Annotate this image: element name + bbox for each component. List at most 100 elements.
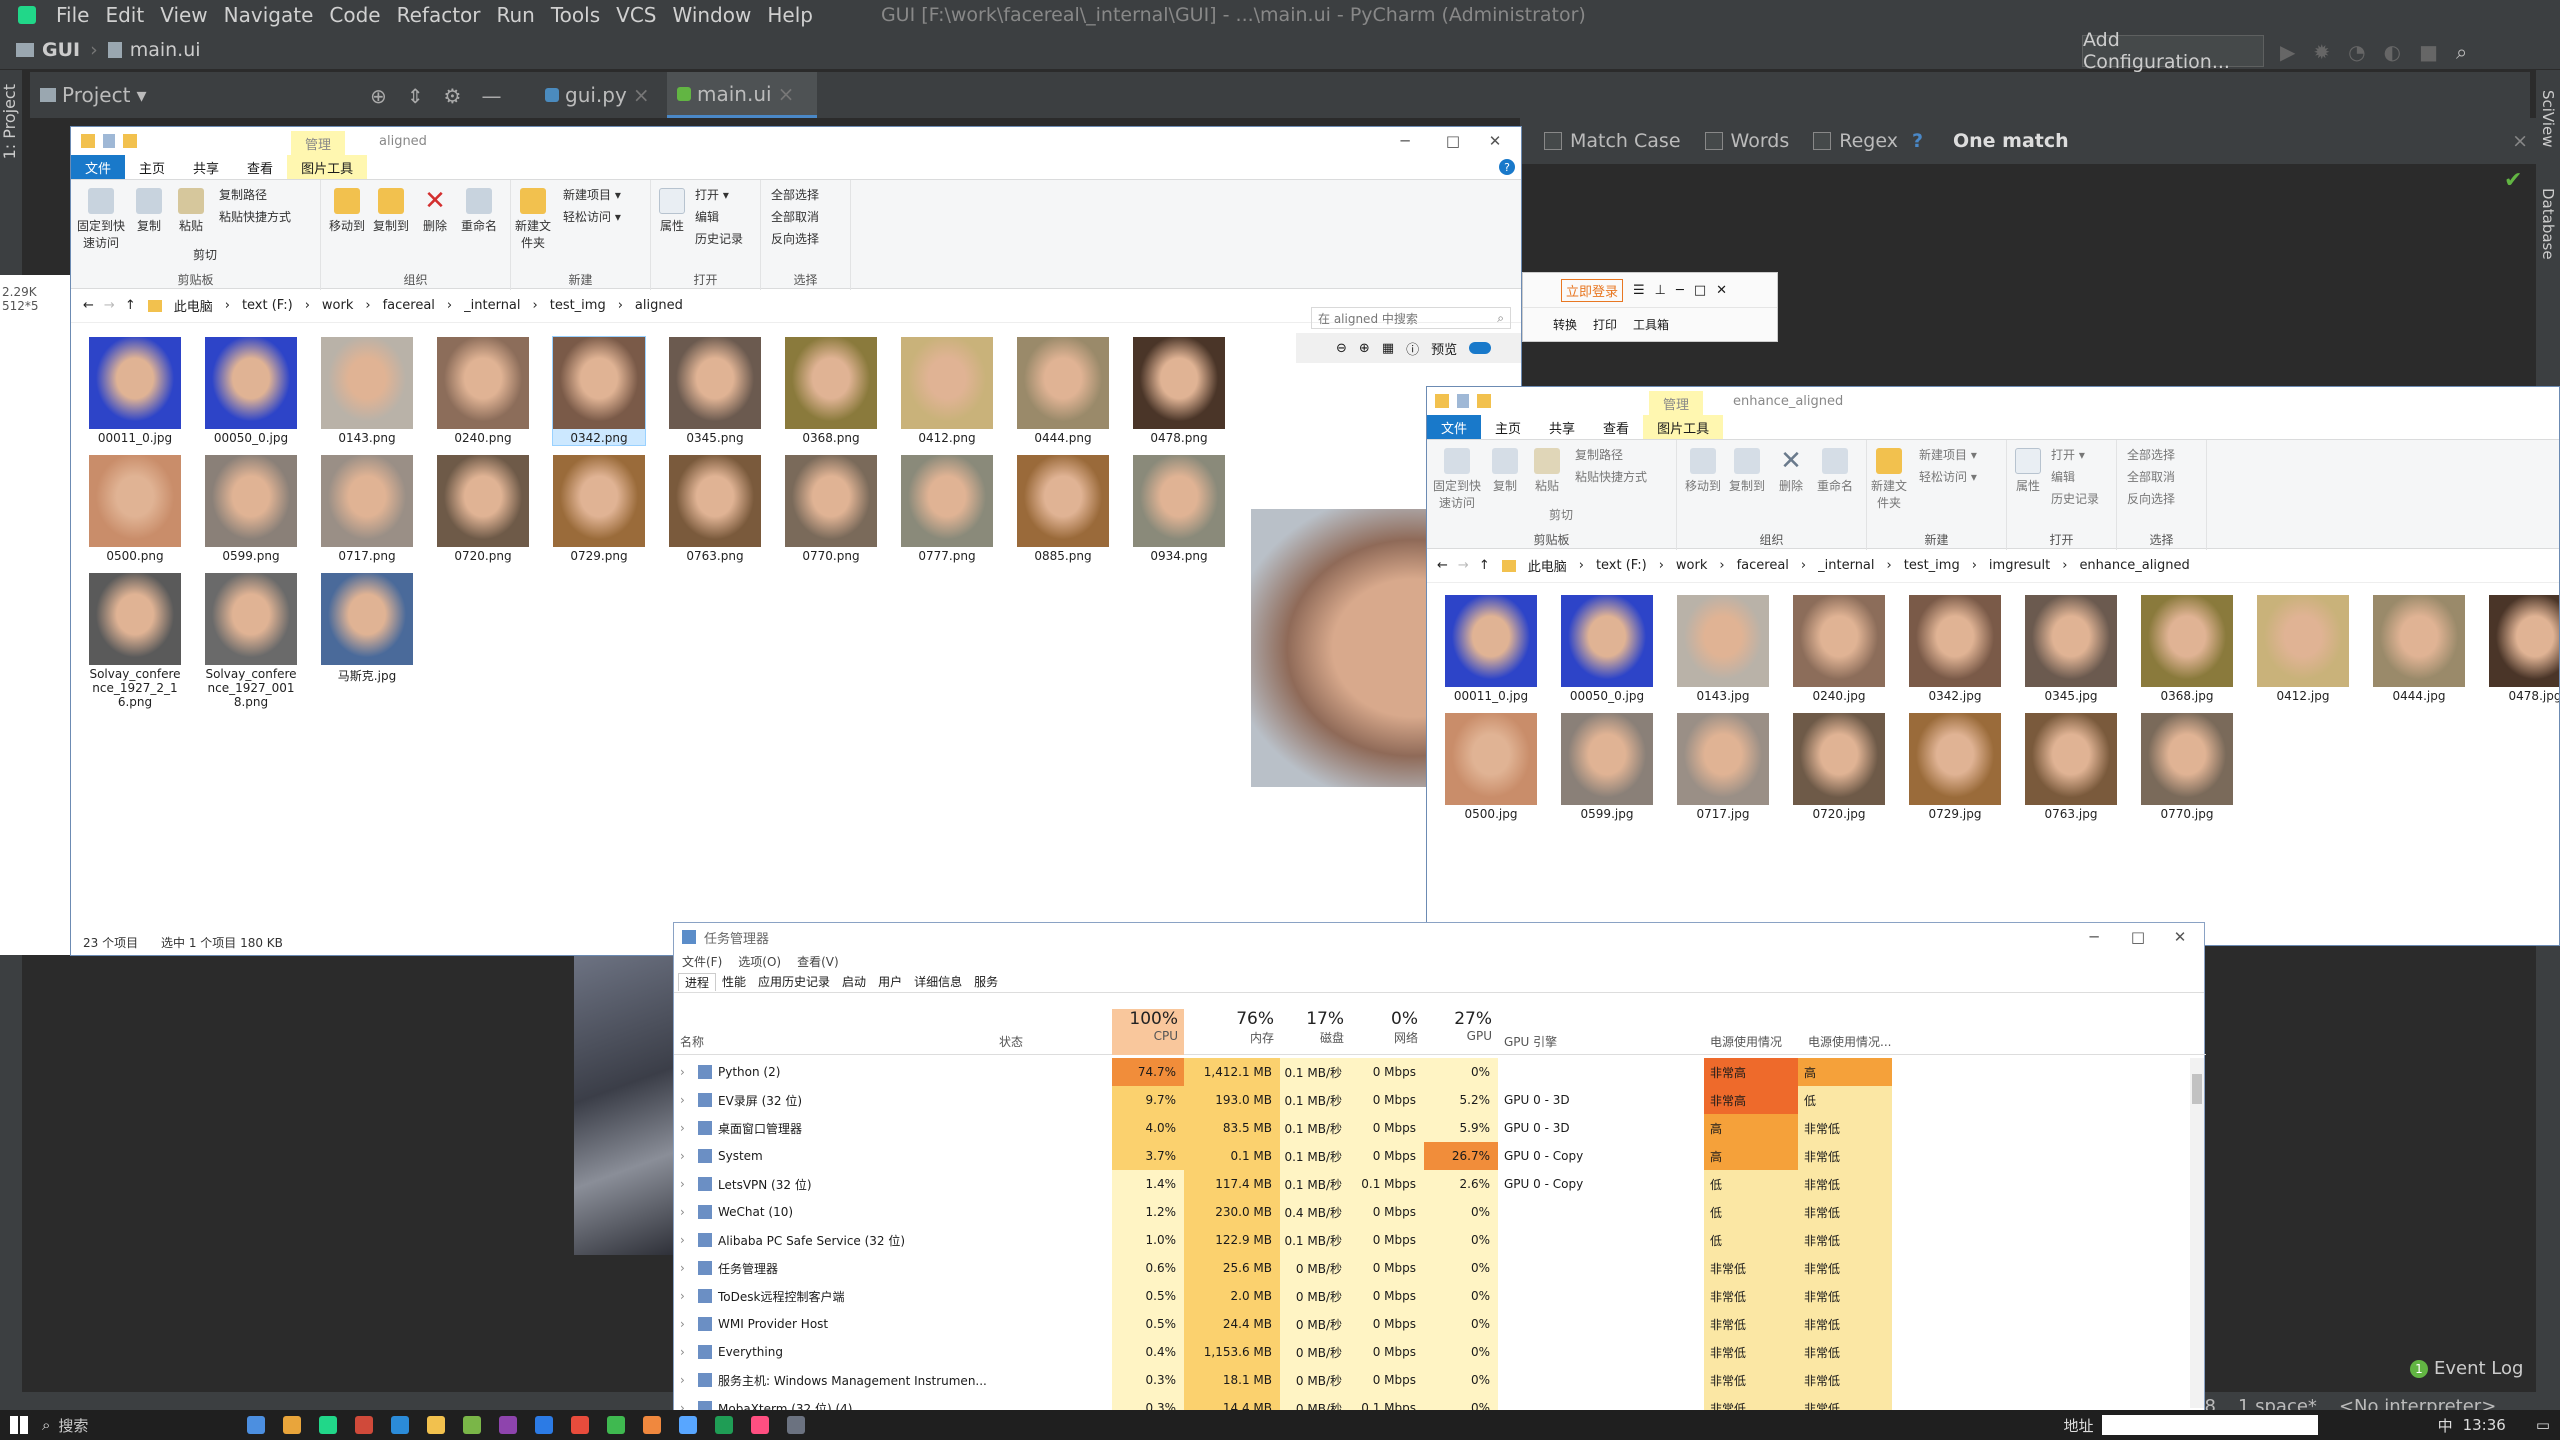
new-item-button[interactable]: 新建项目 ▾ <box>1919 446 1977 463</box>
file-thumbnail[interactable]: 0720.jpg <box>1793 713 1885 821</box>
expand-icon[interactable]: › <box>680 1086 694 1114</box>
select-none-button[interactable]: 全部取消 <box>2127 468 2175 485</box>
crumb[interactable]: text (F:) <box>242 298 293 313</box>
history-button[interactable]: 历史记录 <box>2051 490 2099 507</box>
process-row[interactable]: › WeChat (10) 1.2% 230.0 MB 0.4 MB/秒 0 Mbps 0%… <box>674 1198 2206 1226</box>
header-cpu[interactable]: 100% CPU <box>1112 1009 1184 1055</box>
file-thumbnail[interactable]: 0345.jpg <box>2025 595 2117 703</box>
clock[interactable]: 13:36 <box>2463 1416 2506 1434</box>
file-thumbnail[interactable]: 0342.png <box>552 336 646 446</box>
menu-tools[interactable]: Tools <box>543 3 608 27</box>
file-thumbnail[interactable]: 00011_0.jpg <box>1445 595 1537 703</box>
invert-selection-button[interactable]: 反向选择 <box>771 230 819 247</box>
tab-processes[interactable]: 进程 <box>678 972 717 991</box>
rename-button[interactable]: 重命名 <box>1813 448 1857 494</box>
select-all-button[interactable]: 全部选择 <box>2127 446 2175 463</box>
close-icon[interactable]: × <box>633 83 650 107</box>
process-row[interactable]: › ToDesk远程控制客户端 0.5% 2.0 MB 0 MB/秒 0 Mbps 0% 非常… <box>674 1282 2206 1310</box>
select-all-button[interactable]: 全部选择 <box>771 186 819 203</box>
cut-button[interactable]: 剪切 <box>1549 506 1573 523</box>
print-button[interactable]: 打印 <box>1593 316 1617 333</box>
app-icon[interactable] <box>787 1416 806 1434</box>
up-icon[interactable]: ↑ <box>1479 558 1490 573</box>
history-button[interactable]: 历史记录 <box>695 230 743 247</box>
file-thumbnail[interactable]: 0368.png <box>785 337 877 445</box>
process-row[interactable]: › 桌面窗口管理器 4.0% 83.5 MB 0.1 MB/秒 0 Mbps 5.9% GPU… <box>674 1114 2206 1142</box>
file-thumbnail[interactable]: Solvay_conference_1927_0018.png <box>205 573 297 709</box>
event-log-button[interactable]: 1 Event Log <box>2410 1358 2523 1379</box>
app-icon[interactable] <box>643 1416 662 1434</box>
locate-icon[interactable]: ⊕ <box>370 84 387 108</box>
crumb[interactable]: facereal <box>1737 558 1789 573</box>
file-thumbnail[interactable]: 0478.jpg <box>2489 595 2559 703</box>
profile-icon[interactable]: ◐ <box>2384 40 2401 64</box>
menu-view[interactable]: View <box>152 3 215 27</box>
header-disk[interactable]: 17% 磁盘 <box>1280 1009 1350 1055</box>
paste-shortcut-button[interactable]: 粘贴快捷方式 <box>219 208 291 225</box>
tab-file[interactable]: 文件 <box>1427 415 1482 439</box>
copy-button[interactable]: 复制 <box>129 188 169 234</box>
new-item-button[interactable]: 新建项目 ▾ <box>563 186 621 203</box>
close-button[interactable]: ✕ <box>2160 923 2200 951</box>
close-icon[interactable]: ✕ <box>1716 283 1727 298</box>
move-to-button[interactable]: 移动到 <box>327 188 367 234</box>
expand-icon[interactable]: › <box>680 1226 694 1254</box>
crumb[interactable]: test_img <box>550 298 606 313</box>
move-to-button[interactable]: 移动到 <box>1683 448 1723 494</box>
file-thumbnail[interactable]: 0777.png <box>901 455 993 563</box>
file-thumbnail[interactable]: Solvay_conference_1927_2_16.png <box>89 573 181 709</box>
process-row[interactable]: › Python (2) 74.7% 1,412.1 MB 0.1 MB/秒 0 Mbps… <box>674 1058 2206 1086</box>
pin-icon[interactable]: ⊥ <box>1655 283 1666 298</box>
cut-button[interactable]: 剪切 <box>193 246 217 263</box>
tab-picture-tools[interactable]: 图片工具 <box>1643 415 1724 439</box>
expand-icon[interactable]: › <box>680 1198 694 1226</box>
breadcrumb-project[interactable]: GUI <box>42 39 80 61</box>
tab-picture-tools[interactable]: 图片工具 <box>287 155 368 179</box>
info-icon[interactable]: ⓘ <box>1406 339 1419 358</box>
header-memory[interactable]: 76% 内存 <box>1184 1009 1280 1055</box>
process-row[interactable]: › 任务管理器 0.6% 25.6 MB 0 MB/秒 0 Mbps 0% 非常低 非常低 <box>674 1254 2206 1282</box>
crumb[interactable]: _internal <box>1818 558 1874 573</box>
file-thumbnail[interactable]: 0717.jpg <box>1677 713 1769 821</box>
maximize-button[interactable]: □ <box>2118 923 2158 951</box>
gear-icon[interactable]: ⚙ <box>444 84 462 108</box>
back-icon[interactable]: ← <box>1437 558 1448 573</box>
process-row[interactable]: › Everything 0.4% 1,153.6 MB 0 MB/秒 0 Mbps 0% 非… <box>674 1338 2206 1366</box>
zoom-out-icon[interactable]: ⊖ <box>1336 341 1347 356</box>
file-thumbnail[interactable]: 0143.png <box>321 337 413 445</box>
back-icon[interactable]: ← <box>83 298 94 313</box>
forward-icon[interactable]: → <box>104 298 115 313</box>
paste-shortcut-button[interactable]: 粘贴快捷方式 <box>1575 468 1647 485</box>
header-power-trend[interactable]: 电源使用情况... <box>1808 1027 1891 1055</box>
crumb[interactable]: work <box>1676 558 1707 573</box>
app-icon[interactable] <box>427 1416 446 1434</box>
menu-code[interactable]: Code <box>321 3 388 27</box>
up-icon[interactable]: ↑ <box>125 298 136 313</box>
close-icon[interactable]: × <box>778 82 795 106</box>
menu-edit[interactable]: Edit <box>97 3 152 27</box>
file-thumbnail[interactable]: 0599.jpg <box>1561 713 1653 821</box>
hide-icon[interactable]: — <box>481 84 501 108</box>
file-thumbnail[interactable]: 0934.png <box>1133 455 1225 563</box>
file-thumbnail[interactable]: 0763.jpg <box>2025 713 2117 821</box>
address-bar[interactable]: ← → ↑ 此电脑 › text (F:) › work › facereal › _i… <box>1427 549 2559 583</box>
expand-icon[interactable]: › <box>680 1366 694 1394</box>
windows-start-icon[interactable] <box>10 1416 28 1434</box>
preview-toggle[interactable] <box>1469 342 1492 354</box>
menu-help[interactable]: Help <box>759 3 821 27</box>
menu-navigate[interactable]: Navigate <box>216 3 322 27</box>
process-row[interactable]: › 服务主机: Windows Management Instrumen... 0.… <box>674 1366 2206 1394</box>
menu-refactor[interactable]: Refactor <box>389 3 489 27</box>
tab-share[interactable]: 共享 <box>179 155 233 179</box>
edit-button[interactable]: 编辑 <box>2051 468 2075 485</box>
edit-button[interactable]: 编辑 <box>695 208 719 225</box>
search-icon[interactable]: ⌕ <box>42 1416 50 1434</box>
tab-performance[interactable]: 性能 <box>716 973 752 990</box>
scrollbar[interactable] <box>2190 1058 2204 1408</box>
expand-icon[interactable]: › <box>680 1170 694 1198</box>
menu-options[interactable]: 选项(O) <box>738 953 781 970</box>
file-thumbnail[interactable]: 0345.png <box>669 337 761 445</box>
process-row[interactable]: › Alibaba PC Safe Service (32 位) 1.0% 122.9… <box>674 1226 2206 1254</box>
add-configuration-button[interactable]: Add Configuration... <box>2082 29 2264 73</box>
app-icon[interactable] <box>715 1416 734 1434</box>
